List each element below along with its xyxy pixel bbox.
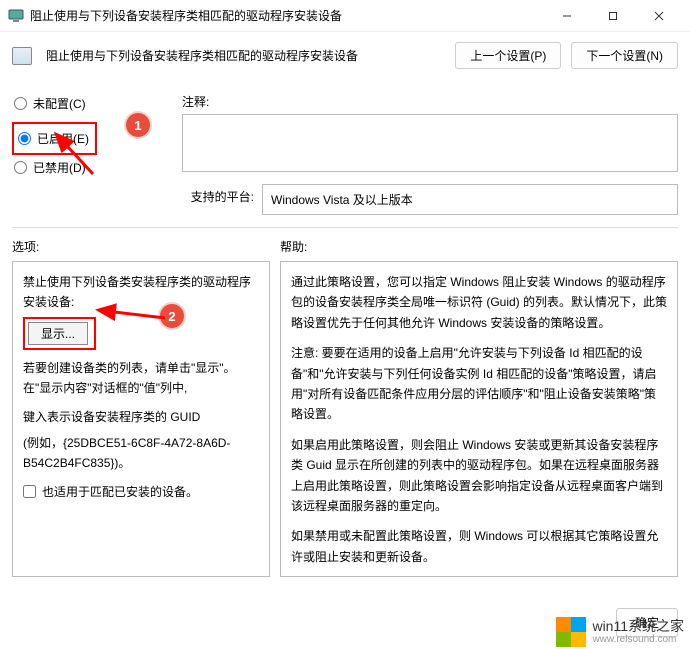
titlebar: 阻止使用与下列设备安装程序类相匹配的驱动程序安装设备 bbox=[0, 0, 690, 32]
help-header: 帮助: bbox=[280, 238, 307, 255]
apply-installed-checkbox-row[interactable]: 也适用于匹配已安装的设备。 bbox=[23, 482, 259, 502]
state-radio-group: 未配置(C) 已启用(E) 已禁用(D) bbox=[12, 91, 170, 180]
comment-label: 注释: bbox=[182, 93, 678, 110]
policy-title: 阻止使用与下列设备安装程序类相匹配的驱动程序安装设备 bbox=[46, 47, 445, 64]
radio-enabled-input[interactable] bbox=[18, 132, 31, 145]
comment-textarea[interactable] bbox=[182, 114, 678, 172]
options-hint-1: 若要创建设备类的列表，请单击"显示"。在"显示内容"对话框的"值"列中, bbox=[23, 358, 259, 399]
radio-enabled[interactable]: 已启用(E) bbox=[16, 126, 91, 151]
options-hint-3: (例如，{25DBCE51-6C8F-4A72-8A6D-B54C2B4FC83… bbox=[23, 433, 259, 474]
watermark: win11系统之家 www.relsound.com bbox=[556, 617, 684, 647]
help-paragraph-2: 注意: 要要在适用的设备上启用"允许安装与下列设备 Id 相匹配的设备"和"允许… bbox=[291, 343, 667, 425]
callout-1: 1 bbox=[126, 113, 150, 137]
radio-disabled-label: 已禁用(D) bbox=[33, 159, 86, 176]
radio-disabled-input[interactable] bbox=[14, 161, 27, 174]
options-panel: 禁止使用下列设备类安装程序类的驱动程序安装设备: 显示... 若要创建设备类的列… bbox=[12, 261, 270, 577]
previous-setting-button[interactable]: 上一个设置(P) bbox=[455, 42, 561, 69]
watermark-url: www.relsound.com bbox=[592, 634, 684, 645]
help-paragraph-1: 通过此策略设置，您可以指定 Windows 阻止安装 Windows 的驱动程序… bbox=[291, 272, 667, 333]
minimize-button[interactable] bbox=[544, 1, 590, 31]
next-setting-button[interactable]: 下一个设置(N) bbox=[571, 42, 678, 69]
radio-not-configured-label: 未配置(C) bbox=[33, 95, 86, 112]
platform-row: 支持的平台: Windows Vista 及以上版本 bbox=[182, 184, 678, 215]
radio-enabled-highlight: 已启用(E) bbox=[12, 122, 97, 155]
toolbar: 阻止使用与下列设备安装程序类相匹配的驱动程序安装设备 上一个设置(P) 下一个设… bbox=[0, 32, 690, 77]
radio-column: 未配置(C) 已启用(E) 已禁用(D) bbox=[12, 85, 170, 215]
monitor-icon bbox=[8, 8, 24, 24]
options-panel-header: 禁止使用下列设备类安装程序类的驱动程序安装设备: bbox=[23, 272, 259, 313]
options-header: 选项: bbox=[12, 238, 280, 255]
window-title: 阻止使用与下列设备安装程序类相匹配的驱动程序安装设备 bbox=[30, 7, 544, 24]
radio-enabled-label: 已启用(E) bbox=[37, 130, 89, 147]
comment-column: 注释: 支持的平台: Windows Vista 及以上版本 bbox=[182, 85, 678, 215]
apply-installed-checkbox[interactable] bbox=[23, 485, 36, 498]
radio-disabled[interactable]: 已禁用(D) bbox=[12, 155, 170, 180]
radio-not-configured-input[interactable] bbox=[14, 97, 27, 110]
radio-not-configured[interactable]: 未配置(C) bbox=[12, 91, 170, 116]
config-area: 未配置(C) 已启用(E) 已禁用(D) 注释: 支持的平台: Windows … bbox=[0, 77, 690, 215]
help-paragraph-3: 如果启用此策略设置，则会阻止 Windows 安装或更新其设备安装程序类 Gui… bbox=[291, 435, 667, 517]
section-headers: 选项: 帮助: bbox=[0, 228, 690, 261]
window-controls bbox=[544, 1, 682, 31]
panels: 禁止使用下列设备类安装程序类的驱动程序安装设备: 显示... 若要创建设备类的列… bbox=[0, 261, 690, 577]
maximize-button[interactable] bbox=[590, 1, 636, 31]
show-button[interactable]: 显示... bbox=[28, 322, 88, 345]
help-paragraph-4: 如果禁用或未配置此策略设置，则 Windows 可以根据其它策略设置允许或阻止安… bbox=[291, 526, 667, 567]
help-panel: 通过此策略设置，您可以指定 Windows 阻止安装 Windows 的驱动程序… bbox=[280, 261, 678, 577]
options-hint-2: 键入表示设备安装程序类的 GUID bbox=[23, 407, 259, 427]
watermark-text-wrap: win11系统之家 www.relsound.com bbox=[592, 619, 684, 645]
platform-value: Windows Vista 及以上版本 bbox=[262, 184, 678, 215]
watermark-name: win11系统之家 bbox=[592, 619, 684, 634]
platform-label: 支持的平台: bbox=[182, 184, 262, 205]
callout-2: 2 bbox=[160, 304, 184, 328]
policy-icon bbox=[12, 47, 32, 65]
close-button[interactable] bbox=[636, 1, 682, 31]
show-button-highlight: 显示... bbox=[23, 317, 96, 350]
apply-installed-label: 也适用于匹配已安装的设备。 bbox=[42, 482, 198, 502]
watermark-logo bbox=[556, 617, 586, 647]
